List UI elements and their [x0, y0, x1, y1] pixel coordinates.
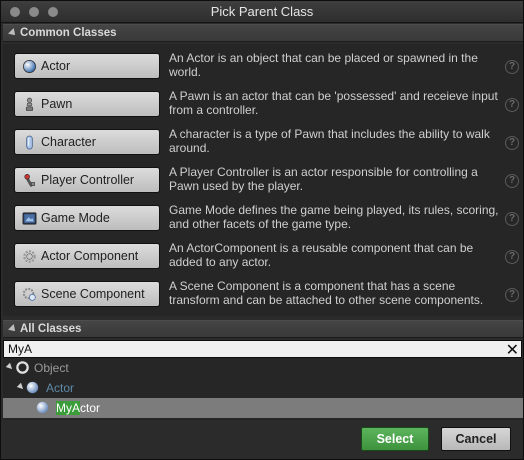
help-icon[interactable]: ?: [505, 250, 519, 264]
tree-item-myactor[interactable]: MyActor: [3, 398, 523, 418]
help-icon[interactable]: ?: [505, 60, 519, 74]
actor-sphere-icon: [23, 60, 36, 73]
tree-item-actor[interactable]: Actor: [3, 378, 523, 398]
player-controller-icon: [24, 174, 35, 187]
title-bar: Pick Parent Class: [1, 1, 523, 23]
help-icon[interactable]: ?: [505, 174, 519, 188]
class-tree: Object Actor MyActor: [3, 358, 523, 420]
character-description: A character is a type of Pawn that inclu…: [169, 127, 490, 155]
search-value: MyA: [8, 342, 32, 356]
expand-arrow-icon[interactable]: [5, 362, 15, 372]
class-row-scene-component: Scene Component A Scene Component is a c…: [3, 278, 523, 316]
clear-search-icon[interactable]: ✕: [506, 340, 519, 360]
help-icon[interactable]: ?: [505, 212, 519, 226]
select-button[interactable]: Select: [361, 427, 429, 451]
game-mode-icon: [22, 212, 37, 225]
player-controller-button-label: Player Controller: [41, 173, 135, 187]
tree-item-object[interactable]: Object: [3, 358, 523, 378]
actor-component-icon: [23, 250, 36, 263]
help-icon[interactable]: ?: [505, 136, 519, 150]
expand-arrow-icon[interactable]: [16, 382, 26, 392]
actor-component-button-label: Actor Component: [41, 249, 139, 263]
all-classes-title: All Classes: [20, 323, 82, 335]
character-button-label: Character: [41, 135, 96, 149]
class-row-pawn: Pawn A Pawn is an actor that can be 'pos…: [3, 88, 523, 126]
help-icon[interactable]: ?: [505, 98, 519, 112]
player-controller-description: A Player Controller is an actor responsi…: [169, 165, 478, 193]
pick-parent-class-dialog: Pick Parent Class Common Classes Actor A…: [0, 0, 524, 460]
help-icon[interactable]: ?: [505, 288, 519, 302]
class-row-actor-component: Actor Component An ActorComponent is a r…: [3, 240, 523, 278]
actor-component-description: An ActorComponent is a reusable componen…: [169, 241, 474, 269]
tree-item-label: Actor: [46, 381, 75, 395]
actor-description: An Actor is an object that can be placed…: [169, 51, 478, 79]
class-row-character: Character A character is a type of Pawn …: [3, 126, 523, 164]
dialog-footer: Select Cancel: [3, 420, 523, 459]
actor-sphere-icon: [36, 401, 49, 414]
cancel-button[interactable]: Cancel: [441, 427, 511, 451]
game-mode-class-button[interactable]: Game Mode: [14, 205, 160, 231]
player-controller-class-button[interactable]: Player Controller: [14, 167, 160, 193]
collapse-arrow-icon: [8, 28, 18, 38]
object-ring-icon: [16, 361, 29, 374]
pawn-description: A Pawn is an actor that can be 'possesse…: [169, 89, 498, 117]
common-classes-header[interactable]: Common Classes: [3, 24, 523, 42]
search-match-highlight: MyA: [56, 401, 80, 415]
scene-component-icon: [22, 287, 36, 301]
pawn-class-button[interactable]: Pawn: [14, 91, 160, 117]
scene-component-class-button[interactable]: Scene Component: [14, 281, 160, 307]
window-title: Pick Parent Class: [210, 4, 314, 19]
actor-class-button[interactable]: Actor: [14, 53, 160, 79]
scene-component-description: A Scene Component is a component that ha…: [169, 279, 484, 307]
class-row-game-mode: Game Mode Game Mode defines the game bei…: [3, 202, 523, 240]
common-classes-panel: Actor An Actor is an object that can be …: [3, 44, 523, 316]
class-search-input[interactable]: MyA ✕: [3, 340, 522, 360]
tree-item-label: MyActor: [56, 401, 100, 415]
character-capsule-icon: [26, 135, 33, 150]
actor-component-class-button[interactable]: Actor Component: [14, 243, 160, 269]
game-mode-description: Game Mode defines the game being played,…: [169, 203, 499, 231]
all-classes-header[interactable]: All Classes: [3, 320, 523, 338]
class-row-player-controller: Player Controller A Player Controller is…: [3, 164, 523, 202]
character-class-button[interactable]: Character: [14, 129, 160, 155]
label-remainder: ctor: [80, 401, 101, 415]
pawn-button-label: Pawn: [41, 97, 73, 111]
actor-sphere-icon: [26, 381, 39, 394]
game-mode-button-label: Game Mode: [41, 211, 110, 225]
pawn-figure-icon: [25, 97, 34, 111]
collapse-arrow-icon: [8, 324, 18, 334]
common-classes-title: Common Classes: [20, 27, 117, 39]
tree-item-label: Object: [34, 361, 69, 375]
scene-component-button-label: Scene Component: [41, 287, 145, 301]
actor-button-label: Actor: [41, 59, 71, 73]
class-row-actor: Actor An Actor is an object that can be …: [3, 50, 523, 88]
